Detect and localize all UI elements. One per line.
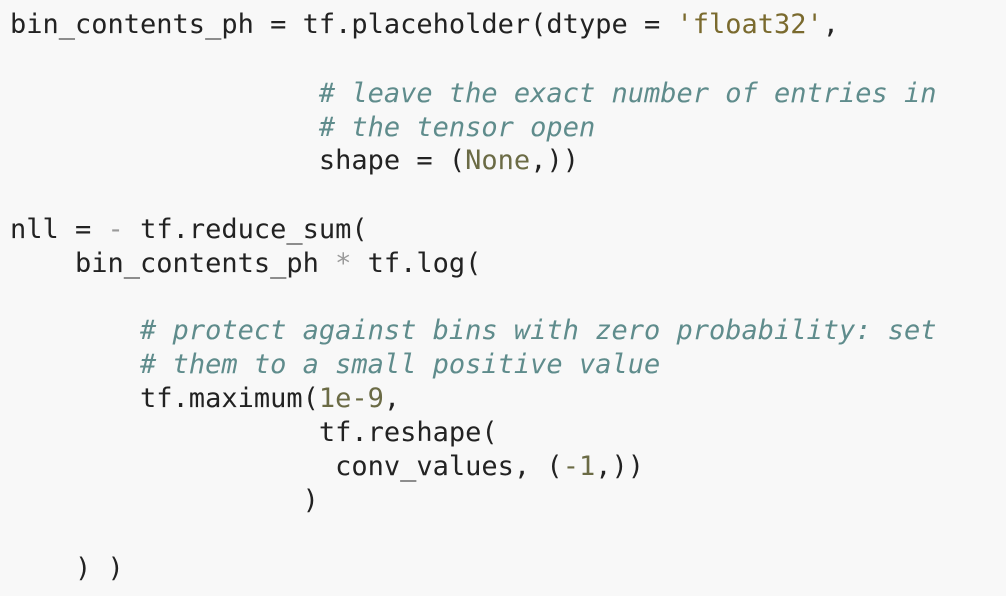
code-line: nll = - tf.reduce_sum( bbox=[10, 212, 368, 248]
code-line: shape = (None,)) bbox=[10, 143, 579, 179]
code-token: -1 bbox=[562, 451, 596, 482]
code-token: , bbox=[822, 9, 840, 40]
code-line: conv_values, (-1,)) bbox=[10, 449, 644, 485]
code-token: ,)) bbox=[530, 145, 579, 176]
code-token: nll = bbox=[10, 214, 108, 245]
code-token: shape = ( bbox=[10, 145, 466, 176]
code-token: - bbox=[107, 214, 124, 245]
code-token: 'float32' bbox=[676, 9, 823, 40]
code-line: # them to a small positive value bbox=[10, 347, 660, 383]
code-line: bin_contents_ph = tf.placeholder(dtype =… bbox=[10, 7, 839, 43]
code-line: # the tensor open bbox=[10, 110, 595, 146]
code-line: ) bbox=[10, 483, 319, 519]
code-token: bin_contents_ph bbox=[10, 248, 336, 279]
code-token: tf.reduce_sum( bbox=[123, 214, 368, 245]
code-line: tf.maximum(1e-9, bbox=[10, 381, 400, 417]
code-token: , bbox=[383, 383, 401, 414]
code-line: tf.reshape( bbox=[10, 415, 498, 451]
code-comment: # protect against bins with zero probabi… bbox=[140, 315, 937, 346]
code-line: bin_contents_ph * tf.log( bbox=[10, 246, 481, 282]
code-token: 1e-9 bbox=[318, 383, 384, 414]
code-token: tf.reshape( bbox=[10, 417, 498, 448]
code-token: None bbox=[465, 145, 531, 176]
code-token: ) ) bbox=[10, 553, 124, 584]
code-block: bin_contents_ph = tf.placeholder(dtype =… bbox=[10, 0, 1000, 596]
code-token: ,)) bbox=[595, 451, 644, 482]
code-token: tf.log( bbox=[351, 248, 482, 279]
code-comment: # leave the exact number of entries in bbox=[318, 78, 937, 109]
code-line: # protect against bins with zero probabi… bbox=[10, 313, 937, 349]
code-token: tf.maximum( bbox=[10, 383, 319, 414]
code-line: ) ) bbox=[10, 551, 124, 587]
code-comment: # them to a small positive value bbox=[140, 349, 661, 380]
code-comment: # the tensor open bbox=[318, 112, 596, 143]
code-line: # leave the exact number of entries in bbox=[10, 76, 937, 112]
code-token: conv_values, ( bbox=[10, 451, 563, 482]
code-token: * bbox=[335, 248, 352, 279]
code-token: ) bbox=[10, 485, 319, 516]
code-token: bin_contents_ph = tf.placeholder(dtype = bbox=[10, 9, 677, 40]
